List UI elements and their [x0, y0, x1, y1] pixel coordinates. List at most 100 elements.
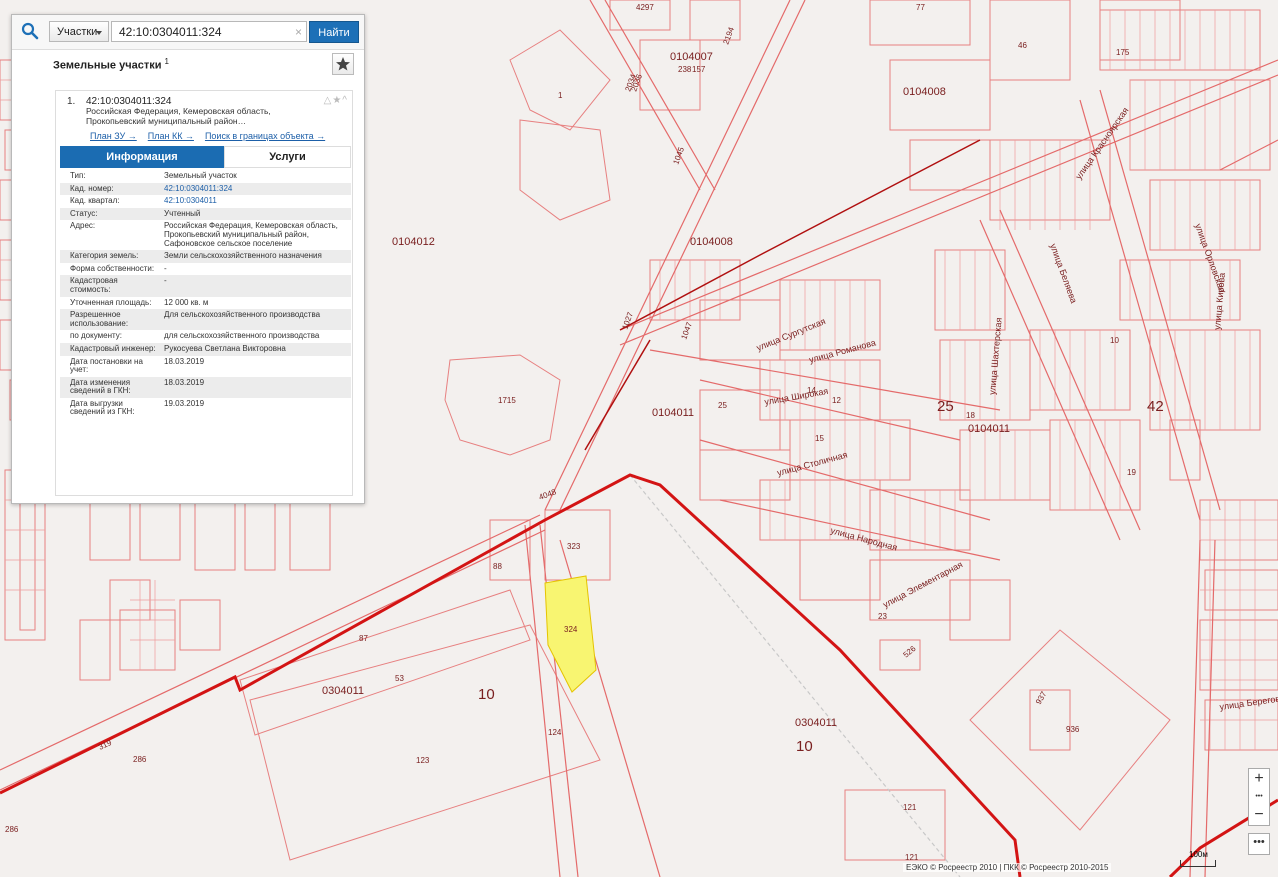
attribute-value: 19.03.2019: [164, 398, 205, 408]
clear-icon[interactable]: ×: [295, 22, 302, 43]
result-links: План ЗУ → План КК → Поиск в границах объек…: [90, 131, 336, 141]
parcel-label: 1: [558, 91, 563, 100]
find-button[interactable]: Найти: [309, 21, 359, 43]
attribute-row: Тип: Земельный участок: [60, 170, 351, 183]
search-type-select[interactable]: Участки: [49, 21, 109, 42]
zoom-control: + ••• −: [1248, 768, 1270, 826]
attribute-key: Кадастровая стоимость:: [70, 276, 118, 294]
parcel-label: 324: [564, 625, 578, 634]
attribute-key: Дата изменения сведений в ГКН:: [70, 377, 131, 396]
search-icon[interactable]: [21, 22, 39, 40]
attribute-row: Дата изменения сведений в ГКН: 18.03.2019: [60, 376, 351, 398]
zoom-in-button[interactable]: +: [1249, 770, 1269, 788]
attributes-table: Тип: Земельный участок Кад. номер: 42:10:03…: [60, 170, 351, 419]
quarter-label: 0104008: [903, 86, 946, 98]
plan-zu-link[interactable]: План ЗУ →: [90, 131, 137, 141]
scale-label: 100м: [1189, 850, 1208, 859]
attribute-key: Тип:: [70, 171, 86, 180]
star-icon: [336, 57, 350, 71]
quarter-label: 0104007: [670, 51, 713, 63]
attribute-value: Рукосуева Светлана Викторовна: [164, 343, 286, 353]
attribute-value: 18.03.2019: [164, 377, 205, 387]
attribute-row: Кадастровый инженер: Рукосуева Светлана В…: [60, 342, 351, 356]
attribute-value[interactable]: 42:10:0304011: [156, 195, 351, 208]
attribute-row: Категория земель: Земли сельскохозяйствен…: [60, 250, 351, 263]
attribute-row: Уточненная площадь: 12 000 кв. м: [60, 297, 351, 310]
big-number-label: 10: [796, 738, 813, 755]
attribute-key: Кад. квартал:: [70, 196, 120, 206]
result-tabs: Информация Услуги: [60, 146, 351, 168]
chevron-down-icon: [96, 31, 102, 35]
parcel-label: 323: [567, 542, 581, 551]
attribute-value: для сельскохозяйственного производства: [164, 331, 320, 341]
parcel-label: 124: [548, 728, 562, 737]
attribute-key: Дата выгрузки сведений из ГКН:: [70, 398, 135, 417]
attribute-value: Земли сельскохозяйственного назначения: [164, 251, 322, 261]
search-query-text: 42:10:0304011:324: [119, 25, 222, 39]
parcel-label: 23: [878, 612, 887, 621]
parcel-label: 15: [815, 434, 824, 443]
tab-information[interactable]: Информация: [60, 146, 224, 168]
attribute-key: Дата постановки на учет:: [70, 356, 143, 375]
attribute-key: Кад. номер:: [70, 183, 114, 193]
attribute-value: -: [164, 276, 167, 286]
zoom-out-button[interactable]: −: [1249, 806, 1269, 824]
parcel-label: 121: [903, 803, 917, 812]
quarter-label: 0104011: [968, 423, 1010, 435]
attribute-value: Учтенный: [164, 208, 201, 218]
result-count: 1: [164, 57, 169, 66]
chevron-up-icon[interactable]: ^: [342, 95, 348, 106]
panel-title: Земельные участки 1: [53, 57, 169, 72]
attribute-key: Разрешенное использование:: [70, 310, 129, 328]
parcel-label: 12: [832, 396, 841, 405]
attribute-row: по документу: для сельскохозяйственного п…: [60, 330, 351, 343]
star-outline-icon[interactable]: ★: [332, 95, 342, 106]
parcel-label: 121: [905, 853, 919, 862]
panel-title-text: Земельные участки: [53, 59, 162, 72]
parcel-label: 19: [1127, 468, 1136, 477]
attribute-key: по документу:: [70, 331, 122, 341]
parcel-label: 286: [5, 825, 19, 834]
result-card: 1. 42:10:0304011:324 Российская Федераци…: [55, 90, 353, 496]
search-type-label: Участки: [57, 26, 98, 38]
big-number-label: 10: [478, 686, 495, 703]
favorites-button[interactable]: [332, 53, 354, 75]
quarter-label: 0304011: [322, 685, 364, 697]
attribute-value: Земельный участок: [164, 171, 237, 180]
parcel-label: 10: [1110, 336, 1119, 345]
search-input[interactable]: 42:10:0304011:324 ×: [111, 21, 307, 42]
attribute-row: Кад. квартал: 42:10:0304011: [60, 195, 351, 208]
attribute-value: Для сельскохозяйственного производства: [164, 310, 321, 320]
search-in-bounds-link[interactable]: Поиск в границах объекта →: [205, 131, 325, 141]
parcel-label: 238: [678, 65, 692, 74]
parcel-label: 123: [416, 756, 430, 765]
attribute-key: Кадастровый инженер:: [70, 343, 156, 353]
quarter-label: 0104011: [652, 407, 694, 419]
parcel-label: 88: [493, 562, 502, 571]
tab-services[interactable]: Услуги: [224, 146, 351, 168]
attribute-row: Разрешенное использование: Для сельскохоз…: [60, 309, 351, 331]
parcel-label: 4297: [636, 3, 654, 12]
parcel-label: 286: [133, 755, 147, 764]
quarter-label: 0104012: [392, 236, 435, 248]
attribute-key: Уточненная площадь:: [70, 297, 152, 307]
result-address: Российская Федерация, Кемеровская област…: [86, 106, 271, 126]
parcel-label: 87: [359, 634, 368, 643]
attribute-row: Кад. номер: 42:10:0304011:324: [60, 182, 351, 196]
big-number-label: 25: [937, 398, 954, 415]
attribute-key: Статус:: [70, 208, 98, 218]
attribute-value: 18.03.2019: [164, 356, 205, 366]
search-bar: Участки 42:10:0304011:324 × Найти: [12, 15, 364, 50]
more-button[interactable]: •••: [1248, 833, 1270, 855]
zoom-level-slider[interactable]: •••: [1249, 788, 1269, 806]
attribute-row: Статус: Учтенный: [60, 207, 351, 221]
attribute-value[interactable]: 42:10:0304011:324: [156, 183, 351, 196]
parcel-label: 18: [966, 411, 975, 420]
attribute-row: Адрес: Российская Федерация, Кемеровская …: [60, 220, 351, 250]
result-index: 1.: [67, 96, 76, 107]
search-panel: Участки 42:10:0304011:324 × Найти Земель…: [11, 14, 365, 504]
plan-kk-link[interactable]: План КК →: [148, 131, 194, 141]
attribute-value: -: [164, 263, 167, 273]
big-number-label: 42: [1147, 398, 1164, 415]
parcel-label: 157: [692, 65, 706, 74]
